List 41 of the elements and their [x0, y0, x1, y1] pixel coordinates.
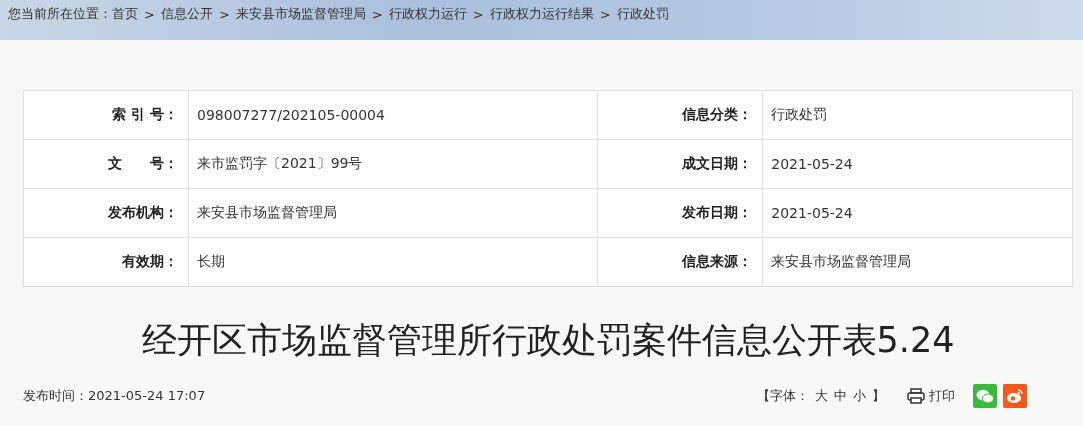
field-label: 有效期： [23, 237, 189, 287]
breadcrumb-link[interactable]: 来安县市场监督管理局 [235, 5, 366, 23]
field-value: 2021-05-24 [762, 188, 1073, 238]
breadcrumb-link[interactable]: 首页 [112, 5, 138, 23]
breadcrumb-separator: > [599, 6, 611, 22]
field-value: 来安县市场监督管理局 [762, 237, 1073, 287]
field-value: 来安县市场监督管理局 [188, 188, 598, 238]
field-value: 098007277/202105-00004 [188, 90, 598, 140]
field-value: 来市监罚字〔2021〕99号 [188, 139, 598, 189]
breadcrumb-separator: > [371, 6, 383, 22]
breadcrumb-separator: > [472, 6, 484, 22]
font-size-link[interactable]: 大 [815, 387, 828, 405]
field-value: 2021-05-24 [762, 139, 1073, 189]
article-title: 经开区市场监督管理所行政处罚案件信息公开表5.24 [140, 319, 956, 362]
publish-time: 发布时间：2021-05-24 17:07 [23, 387, 206, 405]
breadcrumb-label: 您当前所在位置： [8, 5, 112, 23]
print-button[interactable]: 打印 [907, 387, 955, 405]
breadcrumb-link[interactable]: 行政权力运行结果 [489, 5, 594, 23]
wechat-share-button[interactable] [973, 384, 997, 408]
field-label: 文 号： [23, 139, 189, 189]
printer-icon [907, 388, 925, 404]
wechat-icon [976, 388, 994, 404]
breadcrumb-link[interactable]: 信息公开 [160, 5, 213, 23]
font-size-link[interactable]: 中 [834, 387, 847, 405]
weibo-share-button[interactable] [1003, 384, 1027, 408]
field-label: 发布日期： [597, 188, 763, 238]
weibo-icon [1006, 388, 1024, 404]
field-label: 发布机构： [23, 188, 189, 238]
field-value: 行政处罚 [762, 90, 1073, 140]
field-label: 成文日期： [597, 139, 763, 189]
field-label: 索 引 号： [23, 90, 189, 140]
bracket: 】 [872, 387, 885, 405]
breadcrumb-separator: > [218, 6, 230, 22]
breadcrumb-link[interactable]: 行政处罚 [616, 5, 669, 23]
font-size-label: 【字体： [757, 387, 809, 405]
field-label: 信息分类： [597, 90, 763, 140]
field-value: 长期 [188, 237, 598, 287]
font-size-link[interactable]: 小 [853, 387, 866, 405]
breadcrumb-link[interactable]: 行政权力运行 [388, 5, 467, 23]
breadcrumb-separator: > [144, 6, 155, 22]
field-label: 信息来源： [597, 237, 763, 287]
